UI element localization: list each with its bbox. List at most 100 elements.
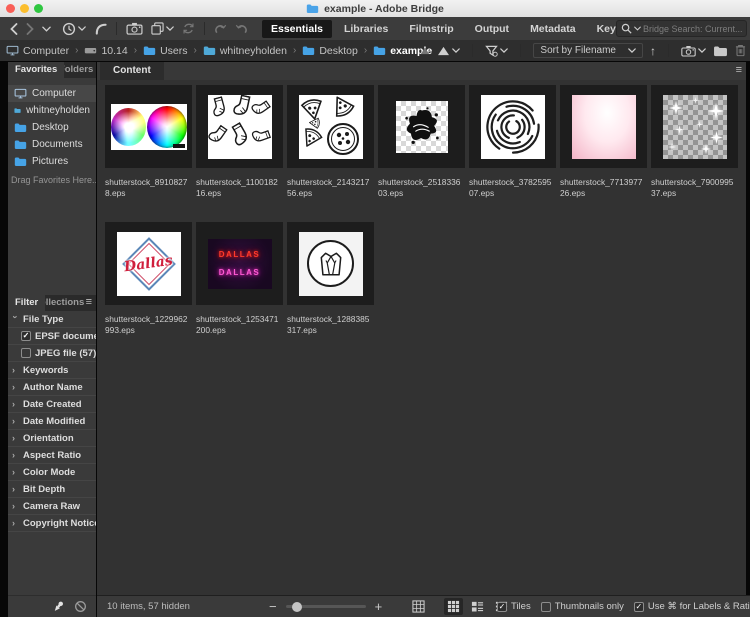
file-tile[interactable]: shutterstock_110018216.eps [196,85,283,222]
zoom-out-button[interactable]: − [269,599,277,614]
thumbnail-size-slider[interactable] [285,601,366,612]
return-to-app-button[interactable] [90,17,111,40]
labels-ratings-toggle[interactable]: ✓Use ⌘ for Labels & Ratings [633,601,750,612]
tab-content[interactable]: Content [100,62,164,80]
favorites-item-computer[interactable]: Computer [8,85,96,102]
zoom-in-button[interactable]: + [375,599,383,614]
search-box [616,20,747,37]
filter-by-rating-button[interactable] [485,45,508,57]
file-tile[interactable]: shutterstock_378259507.eps [469,85,556,222]
tiles-toggle[interactable]: ✓ Tiles [497,601,531,612]
breadcrumb-desktop[interactable]: Desktop [302,45,358,57]
search-input[interactable] [643,23,742,34]
copy-files-button[interactable] [147,17,178,40]
tab-essentials[interactable]: Essentials [262,19,332,38]
thumbnails-view-icon [447,600,460,613]
rotate-ccw-icon [214,23,227,35]
sort-ascending-button[interactable]: ↑ [650,44,656,58]
clear-filter-button[interactable] [74,600,87,613]
tab-favorites[interactable]: Favorites [8,62,65,78]
tab-collections[interactable]: Collections [45,295,85,311]
back-button[interactable] [6,17,22,40]
disclosure-chevron-icon: › [12,450,15,460]
left-sidebar: Favorites Folders Computer whitneyholden… [8,62,96,617]
checkbox-unchecked-icon[interactable]: ✓ [21,348,31,358]
checkbox-checked-icon: ✓ [633,601,644,612]
computer-icon [6,45,19,56]
checkbox-checked-icon[interactable]: ✓ [21,331,31,341]
thumbnail-quality-button[interactable] [420,46,430,55]
favorites-item-documents[interactable]: Documents [8,136,96,153]
forward-button[interactable] [22,17,38,40]
filter-group-color-mode[interactable]: › Color Mode [8,464,96,481]
filter-group-date-modified[interactable]: › Date Modified [8,413,96,430]
sort-dropdown[interactable]: Sort by Filename [533,43,643,58]
thumbnail-view-button[interactable] [444,598,463,615]
file-tile[interactable]: shutterstock_251833603.eps [378,85,465,222]
file-tile[interactable]: Dallas shutterstock_1229962993.eps [105,222,192,359]
chevron-down-icon[interactable] [634,26,641,31]
file-tile[interactable]: shutterstock_790099537.eps [651,85,738,222]
slider-thumb[interactable] [291,601,302,612]
filter-group-orientation[interactable]: › Orientation [8,430,96,447]
get-photos-from-camera-button[interactable] [122,17,147,40]
disclosure-chevron-icon: › [12,501,15,511]
filter-item-jpeg[interactable]: ✓JPEG file (57) [8,345,96,362]
file-tile[interactable]: DALLAS DALLAS shutterstock_1253471200.ep… [196,222,283,359]
file-tile[interactable]: shutterstock_1288385317.eps [287,222,374,359]
tab-filter[interactable]: Filter [8,295,46,311]
workspace-tabs: Essentials Libraries Filmstrip Output Me… [262,17,676,40]
filter-item-epsf[interactable]: ✓EPSF document (... [8,328,96,345]
filter-group-keywords[interactable]: › Keywords [8,362,96,379]
tab-libraries[interactable]: Libraries [335,20,397,38]
keep-filter-pinned-button[interactable] [52,600,65,613]
filter-panel-tabs: Filter Collections ≡ [8,295,96,311]
filter-group-file-type[interactable]: › File Type [8,311,96,328]
breadcrumb-computer[interactable]: Computer [6,45,69,57]
file-tile[interactable]: shutterstock_771397726.eps [560,85,647,222]
refresh-button[interactable] [178,17,199,40]
recent-files-button[interactable] [58,17,90,40]
favorites-item-whitneyholden[interactable]: whitneyholden [8,102,96,119]
tab-filmstrip[interactable]: Filmstrip [400,20,462,38]
details-view-button[interactable] [468,598,487,615]
favorites-item-pictures[interactable]: Pictures [8,153,96,170]
thumbnails-only-toggle[interactable]: ✓Thumbnails only [540,601,624,612]
panel-menu-icon[interactable]: ≡ [86,296,92,308]
filter-group-author-name[interactable]: › Author Name [8,379,96,396]
new-folder-button[interactable] [713,45,728,57]
file-tile[interactable]: shutterstock_214321756.eps [287,85,374,222]
filter-group-bit-depth[interactable]: › Bit Depth [8,481,96,498]
filter-group-camera-raw[interactable]: › Camera Raw [8,498,96,515]
tab-output[interactable]: Output [466,20,518,38]
neon-text-pink: DALLAS [218,268,261,277]
file-tile[interactable]: shutterstock_89108278.eps [105,85,192,222]
rotate-right-button[interactable] [231,17,252,40]
filter-group-aspect-ratio[interactable]: › Aspect Ratio [8,447,96,464]
content-panel-menu-icon[interactable]: ≡ [736,64,742,76]
navigation-menu-button[interactable] [38,17,55,40]
camera-rotate-icon [681,45,696,57]
tab-metadata[interactable]: Metadata [521,20,585,38]
filter-group-copyright-notice[interactable]: › Copyright Notice [8,515,96,532]
thumbnail-spiral-sketch [480,94,545,159]
breadcrumb-whitneyholden[interactable]: whitneyholden [203,45,287,57]
breadcrumb-users[interactable]: Users [143,45,188,57]
camera-rotate-menu-button[interactable] [681,45,706,57]
preview-quality-menu-button[interactable] [437,45,460,56]
favorites-item-desktop[interactable]: Desktop [8,119,96,136]
chevron-down-icon [42,26,51,32]
thumbnail-frame [287,85,374,168]
details-view-icon [471,600,484,613]
grid-lock-view-button[interactable] [409,598,428,615]
circle-slash-icon [74,600,87,613]
pushpin-icon [52,600,65,613]
search-icon[interactable] [621,23,632,34]
camera-import-icon [126,22,143,35]
delete-item-button[interactable] [735,44,746,57]
filter-group-date-created[interactable]: › Date Created [8,396,96,413]
breadcrumb-disk[interactable]: 10.14 [84,45,128,57]
tab-folders[interactable]: Folders [64,62,94,78]
disclosure-chevron-icon: › [12,518,15,528]
rotate-left-button[interactable] [210,17,231,40]
